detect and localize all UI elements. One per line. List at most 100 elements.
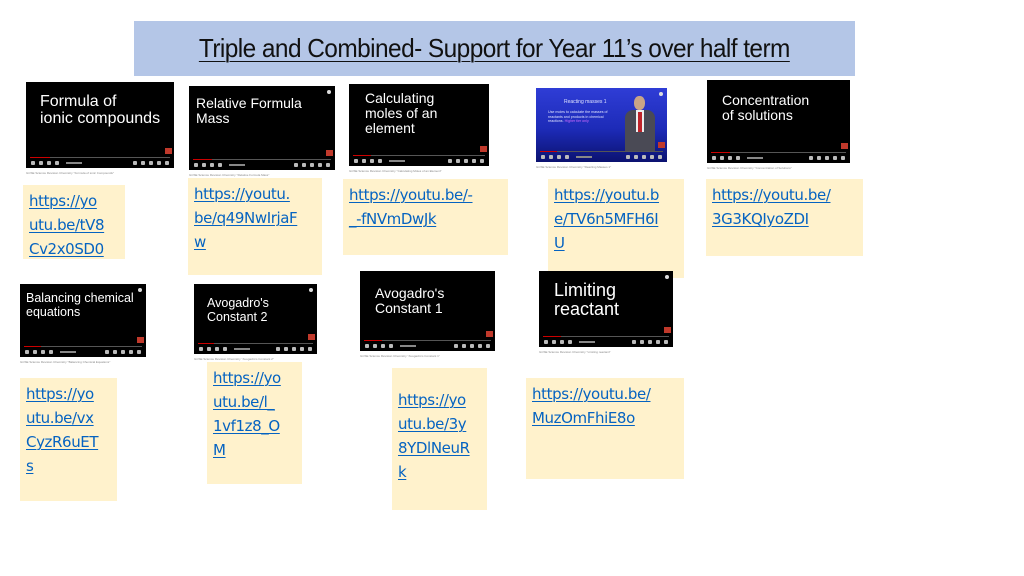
player-controls[interactable] [189, 159, 335, 170]
fullscreen-icon[interactable] [326, 162, 330, 167]
subtitles-icon[interactable] [632, 339, 636, 344]
next-icon[interactable] [560, 339, 564, 344]
subtitles-icon[interactable] [133, 160, 137, 165]
fullscreen-icon[interactable] [308, 346, 312, 351]
previous-icon[interactable] [25, 349, 29, 354]
theater-mode-icon[interactable] [833, 155, 837, 160]
next-icon[interactable] [47, 160, 51, 165]
theater-mode-icon[interactable] [300, 346, 304, 351]
youtube-link[interactable]: https://yo utu.be/vx CyzR6uET s [26, 382, 111, 478]
settings-gear-icon[interactable] [284, 346, 288, 351]
previous-icon[interactable] [544, 339, 548, 344]
video-player[interactable]: Limiting reactant [539, 271, 673, 347]
subtitles-icon[interactable] [809, 155, 813, 160]
previous-icon[interactable] [194, 162, 198, 167]
next-icon[interactable] [210, 162, 214, 167]
fullscreen-icon[interactable] [480, 158, 484, 163]
theater-mode-icon[interactable] [656, 339, 660, 344]
youtube-link[interactable]: https://yo utu.be/l_ 1vf1z8_O M [213, 366, 296, 462]
video-thumbnail-balancing-equations[interactable]: Balancing chemical equations GCSE Scienc… [20, 284, 146, 364]
settings-gear-icon[interactable] [302, 162, 306, 167]
player-controls[interactable] [26, 157, 174, 168]
fullscreen-icon[interactable] [841, 155, 845, 160]
youtube-link[interactable]: https://youtu.b e/TV6n5MFH6I U [554, 183, 678, 255]
volume-icon[interactable] [389, 343, 393, 348]
play-icon[interactable] [39, 160, 43, 165]
player-controls[interactable] [536, 151, 667, 162]
settings-gear-icon[interactable] [141, 160, 145, 165]
miniplayer-icon[interactable] [648, 339, 652, 344]
play-icon[interactable] [720, 155, 724, 160]
next-icon[interactable] [557, 154, 561, 159]
video-player[interactable]: Calculating moles of an element [349, 84, 489, 166]
youtube-link[interactable]: https://youtu.be/MuzOmFhiE8o [532, 382, 678, 430]
player-controls[interactable] [194, 343, 317, 354]
video-player[interactable]: Formula of ionic compounds [26, 82, 174, 168]
video-thumbnail-calculating-moles[interactable]: Calculating moles of an element GCSE Sci… [349, 84, 489, 173]
next-icon[interactable] [215, 346, 219, 351]
subtitles-icon[interactable] [105, 349, 109, 354]
video-thumbnail-limiting-reactant[interactable]: Limiting reactant GCSE Science Revision … [539, 271, 673, 354]
volume-icon[interactable] [223, 346, 227, 351]
video-player[interactable]: Reacting masses 1 Use moles to calculate… [536, 88, 667, 162]
pause-icon[interactable] [549, 154, 553, 159]
youtube-link[interactable]: https://youtu.be/3G3KQIyoZDI [712, 183, 857, 231]
subtitles-icon[interactable] [294, 162, 298, 167]
volume-icon[interactable] [378, 158, 382, 163]
previous-icon[interactable] [712, 155, 716, 160]
previous-icon[interactable] [365, 343, 369, 348]
youtube-link[interactable]: https://youtu. be/q49NwIrjaF w [194, 182, 316, 254]
miniplayer-icon[interactable] [310, 162, 314, 167]
miniplayer-icon[interactable] [464, 158, 468, 163]
fullscreen-icon[interactable] [486, 343, 490, 348]
video-player[interactable]: Concentration of solutions [707, 80, 850, 163]
previous-icon[interactable] [541, 154, 545, 159]
previous-icon[interactable] [31, 160, 35, 165]
next-icon[interactable] [370, 158, 374, 163]
miniplayer-icon[interactable] [292, 346, 296, 351]
more-options-icon[interactable] [665, 275, 669, 279]
miniplayer-icon[interactable] [121, 349, 125, 354]
volume-icon[interactable] [736, 155, 740, 160]
previous-icon[interactable] [199, 346, 203, 351]
player-controls[interactable] [349, 155, 489, 166]
previous-icon[interactable] [354, 158, 358, 163]
subtitles-icon[interactable] [626, 154, 630, 159]
theater-mode-icon[interactable] [650, 154, 654, 159]
miniplayer-icon[interactable] [470, 343, 474, 348]
play-icon[interactable] [373, 343, 377, 348]
settings-gear-icon[interactable] [113, 349, 117, 354]
fullscreen-icon[interactable] [658, 154, 662, 159]
theater-mode-icon[interactable] [318, 162, 322, 167]
theater-mode-icon[interactable] [472, 158, 476, 163]
player-controls[interactable] [360, 340, 495, 351]
fullscreen-icon[interactable] [664, 339, 668, 344]
miniplayer-icon[interactable] [149, 160, 153, 165]
play-icon[interactable] [552, 339, 556, 344]
video-thumbnail-reacting-masses[interactable]: Reacting masses 1 Use moles to calculate… [536, 88, 667, 169]
theater-mode-icon[interactable] [157, 160, 161, 165]
volume-icon[interactable] [568, 339, 572, 344]
play-icon[interactable] [207, 346, 211, 351]
fullscreen-icon[interactable] [165, 160, 169, 165]
video-thumbnail-avogadro-2[interactable]: Avogadro's Constant 2 GCSE Science Revis… [194, 284, 317, 361]
play-icon[interactable] [362, 158, 366, 163]
video-thumbnail-avogadro-1[interactable]: Avogadro's Constant 1 GCSE Science Revis… [360, 271, 495, 358]
video-thumbnail-formula-ionic[interactable]: Formula of ionic compounds GCSE Science … [26, 82, 174, 175]
settings-gear-icon[interactable] [462, 343, 466, 348]
player-controls[interactable] [539, 336, 673, 347]
volume-icon[interactable] [565, 154, 569, 159]
volume-icon[interactable] [218, 162, 222, 167]
play-icon[interactable] [202, 162, 206, 167]
more-options-icon[interactable] [309, 288, 313, 292]
theater-mode-icon[interactable] [478, 343, 482, 348]
youtube-link[interactable]: https://youtu.be/- _-fNVmDwJk [349, 183, 502, 231]
subtitles-icon[interactable] [454, 343, 458, 348]
settings-gear-icon[interactable] [456, 158, 460, 163]
play-icon[interactable] [33, 349, 37, 354]
subtitles-icon[interactable] [448, 158, 452, 163]
video-player[interactable]: Relative Formula Mass [189, 86, 335, 170]
next-icon[interactable] [381, 343, 385, 348]
settings-gear-icon[interactable] [640, 339, 644, 344]
theater-mode-icon[interactable] [129, 349, 133, 354]
